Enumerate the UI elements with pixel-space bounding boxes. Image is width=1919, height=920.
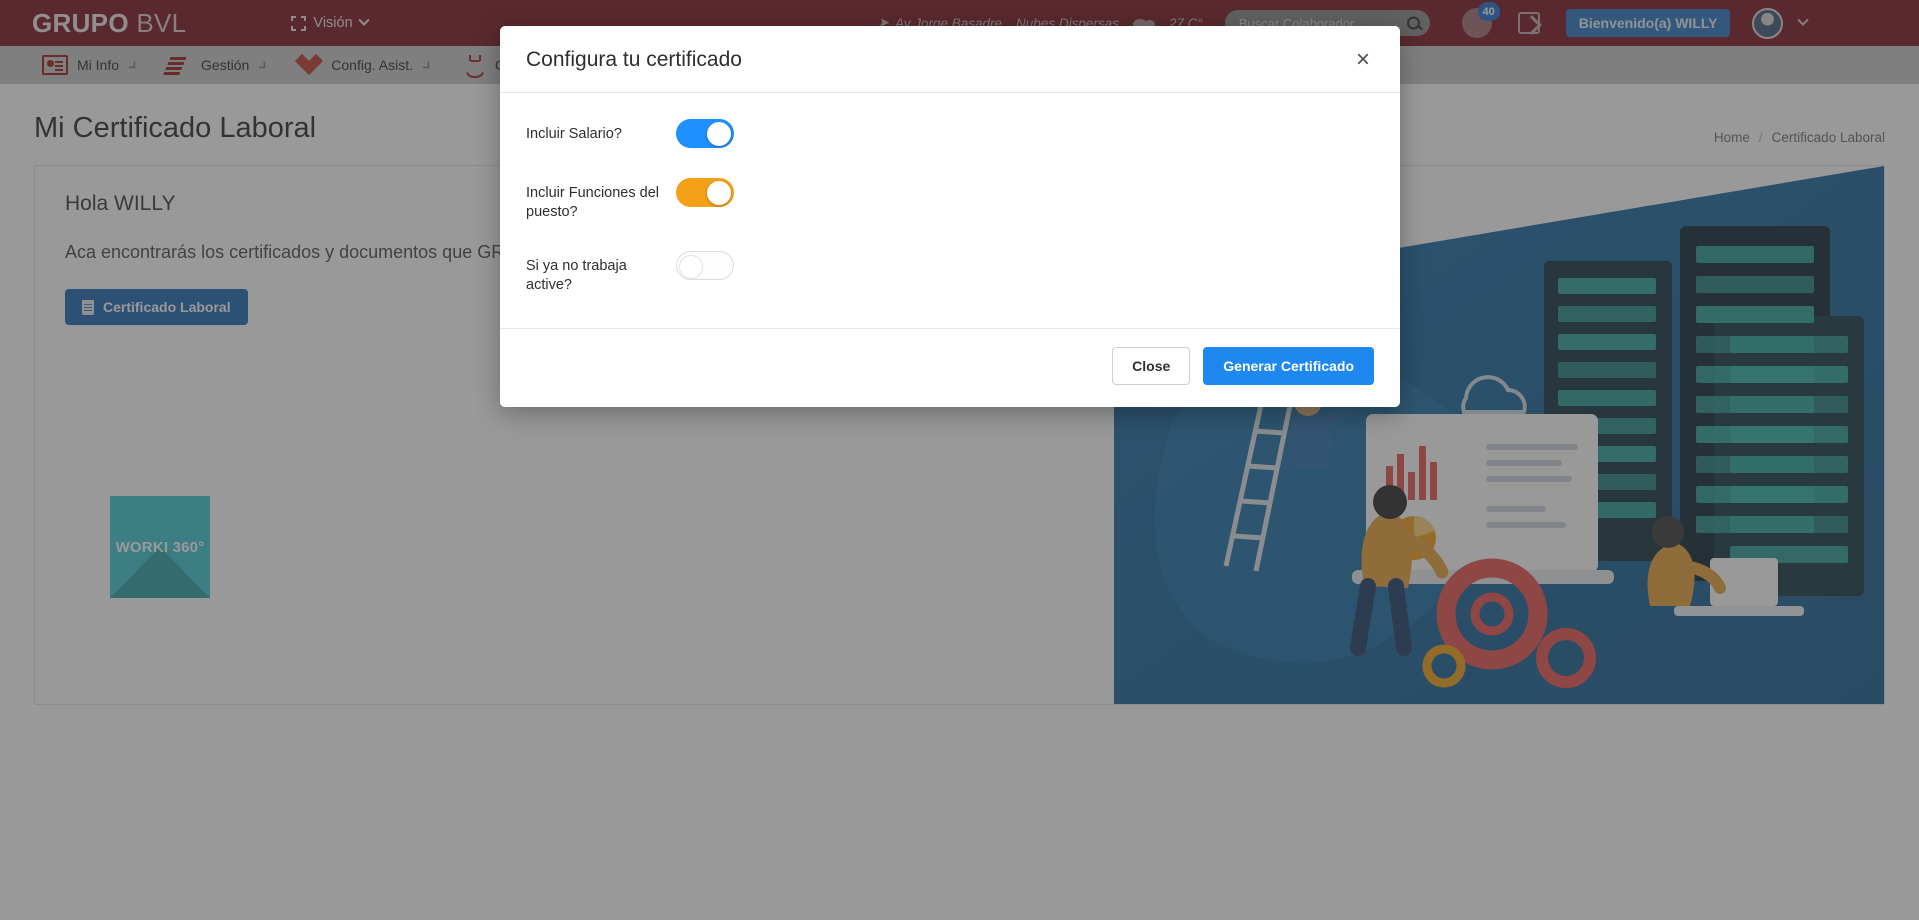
modal-footer: Close Generar Certificado [500, 328, 1400, 407]
option-label-funciones: Incluir Funciones del puesto? [526, 185, 659, 220]
toggle-knob [707, 180, 731, 205]
generar-certificado-button[interactable]: Generar Certificado [1203, 347, 1374, 386]
modal-title: Configura tu certificado [526, 48, 742, 71]
close-icon[interactable]: × [1352, 48, 1374, 72]
option-label-no-trabaja: Si ya no trabaja active? [526, 258, 627, 293]
option-row-no-trabaja: Si ya no trabaja active? [526, 251, 1374, 294]
option-label-salario: Incluir Salario? [526, 126, 622, 142]
toggle-ya-no-trabaja[interactable] [676, 251, 734, 281]
close-button[interactable]: Close [1112, 347, 1191, 386]
modal-body: Incluir Salario? Incluir Funciones del p… [500, 93, 1400, 328]
toggle-incluir-funciones[interactable] [676, 178, 734, 207]
option-row-salario: Incluir Salario? [526, 119, 1374, 148]
configure-certificate-modal: Configura tu certificado × Incluir Salar… [500, 26, 1400, 408]
app-root: GRUPO BVL Visión ➤ Av Jorge Basadre Nube… [0, 0, 1919, 920]
toggle-knob [707, 121, 731, 146]
toggle-knob [679, 254, 703, 279]
option-row-funciones: Incluir Funciones del puesto? [526, 178, 1374, 221]
toggle-incluir-salario[interactable] [676, 119, 734, 148]
modal-header: Configura tu certificado × [500, 26, 1400, 93]
